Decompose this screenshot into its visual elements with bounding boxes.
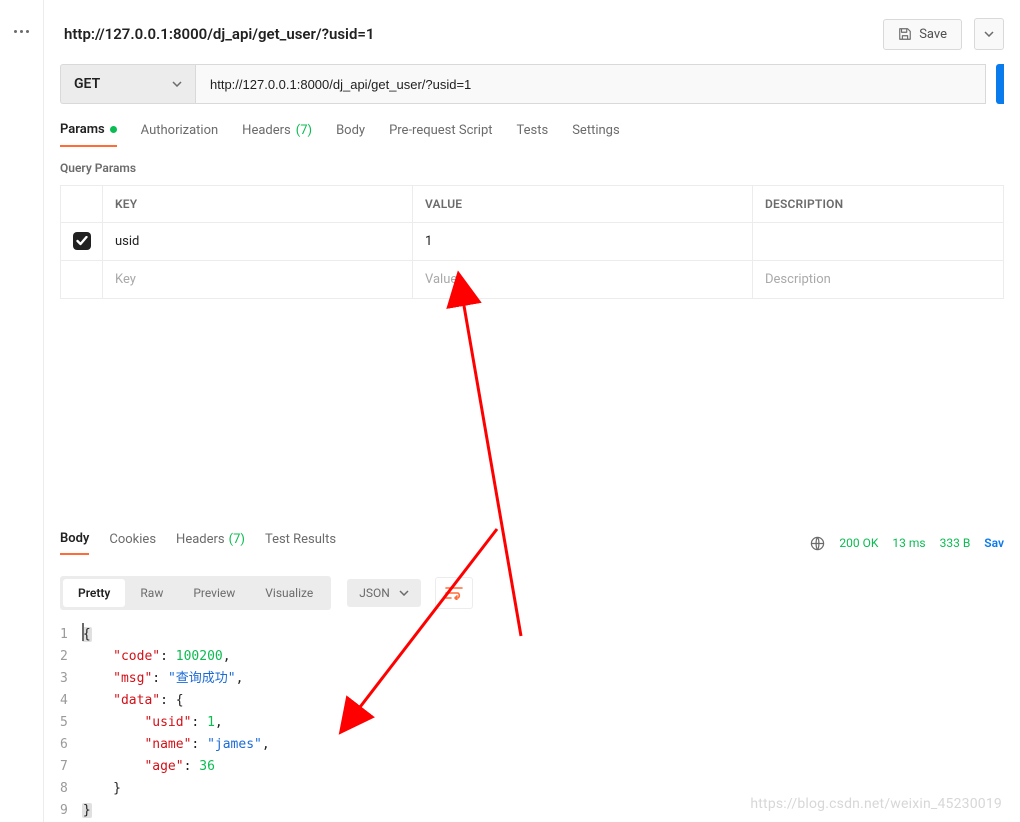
chevron-down-icon <box>399 590 409 596</box>
status-code: 200 OK <box>839 536 878 550</box>
response-tabs: Body Cookies Headers (7) Test Results 20… <box>60 526 1004 560</box>
table-row: usid 1 <box>61 223 1004 261</box>
tab-params-label: Params <box>60 122 105 137</box>
wrap-icon <box>445 586 463 600</box>
resp-tab-tests[interactable]: Test Results <box>265 532 336 554</box>
row-key[interactable]: usid <box>103 223 413 260</box>
resp-name: james <box>215 737 254 752</box>
tab-headers-label: Headers <box>242 123 291 138</box>
tab-settings[interactable]: Settings <box>572 122 619 147</box>
response-body[interactable]: 123456789 { "code": 100200, "msg": "查询成功… <box>60 624 1004 822</box>
view-controls: Pretty Raw Preview Visualize JSON <box>60 576 1004 610</box>
save-response-link[interactable]: Sav <box>984 536 1004 550</box>
mode-raw[interactable]: Raw <box>125 579 178 607</box>
resp-tab-headers[interactable]: Headers (7) <box>176 532 245 554</box>
row-checkbox[interactable] <box>61 223 103 260</box>
row-desc-placeholder[interactable]: Description <box>753 261 1004 298</box>
table-header-check <box>61 186 103 222</box>
row-checkbox-empty[interactable] <box>61 261 103 298</box>
request-title: http://127.0.0.1:8000/dj_api/get_user/?u… <box>64 25 871 43</box>
headers-count: (7) <box>296 123 312 138</box>
table-row-new: Key Value Description <box>61 261 1004 298</box>
table-header-row: KEY VALUE DESCRIPTION <box>61 186 1004 223</box>
tab-authorization[interactable]: Authorization <box>141 122 219 147</box>
chevron-down-icon <box>172 81 182 87</box>
line-gutter: 123456789 <box>60 624 82 822</box>
save-dropdown[interactable] <box>974 18 1004 50</box>
resp-headers-count: (7) <box>229 532 245 547</box>
top-bar: http://127.0.0.1:8000/dj_api/get_user/?u… <box>44 0 1020 64</box>
tab-body[interactable]: Body <box>336 122 365 147</box>
table-header-key: KEY <box>103 186 413 222</box>
code-content: { "code": 100200, "msg": "查询成功", "data":… <box>82 624 270 822</box>
query-params-label: Query Params <box>60 161 1004 175</box>
resp-age: 36 <box>199 759 215 774</box>
chevron-down-icon <box>984 31 994 37</box>
response-size: 333 B <box>940 536 971 550</box>
row-value[interactable]: 1 <box>413 223 753 260</box>
mode-pretty[interactable]: Pretty <box>63 579 125 607</box>
wrap-toggle[interactable] <box>435 577 473 609</box>
row-key-placeholder[interactable]: Key <box>103 261 413 298</box>
checkbox-checked-icon <box>73 232 91 250</box>
resp-usid: 1 <box>207 715 215 730</box>
main-panel: http://127.0.0.1:8000/dj_api/get_user/?u… <box>44 0 1020 822</box>
mode-preview[interactable]: Preview <box>178 579 250 607</box>
left-rail <box>0 0 44 822</box>
globe-icon[interactable] <box>810 536 825 551</box>
request-tabs: Params Authorization Headers (7) Body Pr… <box>60 122 1004 147</box>
table-header-desc: DESCRIPTION <box>753 186 1004 222</box>
row-value-placeholder[interactable]: Value <box>413 261 753 298</box>
row-desc[interactable] <box>753 223 1004 260</box>
cursor <box>82 623 84 641</box>
active-dot-icon <box>110 126 117 133</box>
mode-visualize[interactable]: Visualize <box>250 579 328 607</box>
body-mode-tabs: Pretty Raw Preview Visualize <box>60 576 331 610</box>
tab-tests[interactable]: Tests <box>517 122 549 147</box>
response-time: 13 ms <box>892 536 925 550</box>
method-label: GET <box>74 76 100 92</box>
send-button[interactable] <box>996 64 1004 104</box>
save-icon <box>898 27 912 41</box>
tab-headers[interactable]: Headers (7) <box>242 122 312 147</box>
request-row: GET <box>60 64 1004 104</box>
resp-tab-headers-label: Headers <box>176 532 225 547</box>
method-select[interactable]: GET <box>60 64 195 104</box>
response-meta: 200 OK 13 ms 333 B Sav <box>810 536 1004 551</box>
tab-params[interactable]: Params <box>60 122 117 147</box>
params-table: KEY VALUE DESCRIPTION usid 1 Key Value D… <box>60 185 1004 299</box>
save-label: Save <box>919 27 947 42</box>
resp-tab-cookies[interactable]: Cookies <box>109 532 156 554</box>
url-input[interactable] <box>195 64 986 104</box>
watermark: https://blog.csdn.net/weixin_45230019 <box>750 796 1002 812</box>
save-button[interactable]: Save <box>883 19 962 50</box>
tab-prerequest[interactable]: Pre-request Script <box>389 122 492 147</box>
resp-code: 100200 <box>176 649 223 664</box>
resp-tab-body[interactable]: Body <box>60 531 89 555</box>
lang-select[interactable]: JSON <box>347 579 421 607</box>
meatballs-icon[interactable] <box>14 30 29 33</box>
resp-msg: 查询成功 <box>176 671 228 686</box>
table-header-value: VALUE <box>413 186 753 222</box>
lang-label: JSON <box>359 586 390 600</box>
